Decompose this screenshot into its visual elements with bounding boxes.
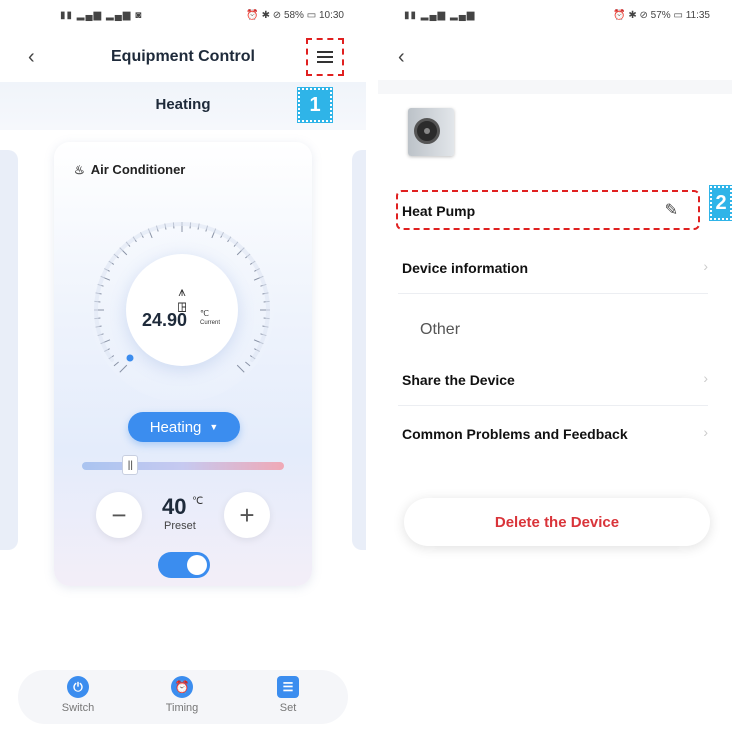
nav-timing[interactable]: ⏰ Timing — [152, 676, 212, 714]
status-bar: ▮▮ ▂▄▆ ▂▄▆ ⏰ ✱ ⊘ 57% ▭ 11:35 — [378, 8, 732, 30]
battery-percent: 58% — [283, 10, 304, 21]
power-toggle[interactable] — [158, 552, 210, 578]
row-device-information[interactable]: Device information › — [398, 240, 708, 294]
status-time: 11:35 — [685, 10, 710, 21]
header-divider — [378, 80, 732, 94]
current-temperature: 24.90 — [142, 310, 188, 330]
current-temperature-display: ⩚ ꖸ 24.90 ℃ Current — [126, 254, 238, 366]
status-icons: ⏰ ✱ ⊘ — [246, 10, 284, 21]
edit-pencil-icon[interactable]: ✎ — [665, 200, 678, 220]
plus-icon: + — [239, 499, 255, 530]
hamburger-menu-icon — [317, 48, 333, 66]
device-image — [408, 108, 454, 156]
row-label: Share the Device — [402, 372, 515, 388]
toggle-knob — [187, 555, 207, 575]
settings-sliders-icon: ☰ — [277, 676, 299, 698]
back-button[interactable]: ‹ — [398, 46, 405, 69]
preset-temperature: 40 — [162, 494, 187, 519]
device-name-row[interactable]: Heat Pump ✎ — [396, 190, 700, 230]
minus-icon: − — [111, 499, 127, 530]
decrease-button[interactable]: − — [96, 492, 142, 538]
caret-down-icon: ▼ — [209, 422, 219, 432]
dial-indicator — [126, 354, 134, 362]
nav-switch[interactable]: ⏻ Switch — [48, 676, 108, 714]
status-time: 10:30 — [318, 10, 344, 21]
nav-set-label: Set — [279, 702, 297, 714]
row-share-device[interactable]: Share the Device › — [398, 352, 708, 406]
mode-button-label: Heating — [149, 418, 202, 436]
annotation-badge-1: 1 — [297, 87, 333, 123]
nav-set[interactable]: ☰ Set — [258, 676, 318, 714]
heater-icon: ♨ — [74, 163, 85, 177]
row-label: Common Problems and Feedback — [402, 426, 628, 442]
annotation-badge-2: 2 — [709, 185, 732, 221]
current-label: Current — [200, 320, 221, 326]
fan-icon — [414, 118, 440, 144]
battery-icon: ▭ — [673, 10, 686, 21]
equipment-control-screen: ▮▮ ▂▄▆ ▂▄▆ ◙ ⏰ ✱ ⊘ 58% ▭ 10:30 ‹ Equipme… — [0, 0, 366, 731]
increase-button[interactable]: + — [224, 492, 270, 538]
preset-label: Preset — [164, 520, 196, 532]
device-name: Heat Pump — [402, 203, 476, 219]
mode-dropdown-button[interactable]: Heating ▼ — [128, 412, 240, 442]
bottom-nav: ⏻ Switch ⏰ Timing ☰ Set — [18, 670, 348, 724]
header: ‹ — [378, 38, 732, 78]
device-settings-screen: ▮▮ ▂▄▆ ▂▄▆ ⏰ ✱ ⊘ 57% ▭ 11:35 ‹ Heat Pump… — [378, 0, 732, 731]
status-bar: ▮▮ ▂▄▆ ▂▄▆ ◙ ⏰ ✱ ⊘ 58% ▭ 10:30 — [0, 8, 366, 30]
card-title: Air Conditioner — [90, 162, 186, 177]
device-card: ♨ Air Conditioner ⩚ ꖸ 24.90 ℃ Current Heat… — [54, 142, 312, 586]
status-icons: ⏰ ✱ ⊘ — [613, 10, 651, 21]
chevron-right-icon: › — [703, 370, 708, 386]
signal-icons: ▮▮ ▂▄▆ ▂▄▆ ◙ — [60, 10, 143, 21]
preset-unit: ℃ — [192, 496, 204, 507]
battery-percent: 57% — [650, 10, 671, 21]
next-card-peek[interactable] — [352, 150, 366, 550]
nav-timing-label: Timing — [165, 702, 199, 714]
temperature-slider-track[interactable] — [82, 462, 284, 470]
battery-icon: ▭ — [306, 10, 319, 21]
slider-handle[interactable]: || — [122, 455, 139, 475]
row-label: Device information — [402, 260, 529, 276]
row-problems-feedback[interactable]: Common Problems and Feedback › — [398, 406, 708, 460]
chevron-right-icon: › — [703, 424, 708, 440]
section-other: Other — [420, 321, 461, 338]
chevron-left-icon: ‹ — [398, 46, 405, 68]
current-temp-unit: ℃ — [200, 309, 209, 318]
power-icon: ⏻ — [67, 676, 89, 698]
alarm-clock-icon: ⏰ — [171, 676, 193, 698]
header: ‹ Equipment Control — [0, 38, 366, 78]
chevron-right-icon: › — [703, 258, 708, 274]
signal-icons: ▮▮ ▂▄▆ ▂▄▆ — [404, 10, 476, 21]
prev-card-peek[interactable] — [0, 150, 18, 550]
delete-device-button[interactable]: Delete the Device — [404, 498, 710, 546]
menu-button[interactable] — [306, 38, 344, 76]
nav-switch-label: Switch — [61, 702, 95, 714]
